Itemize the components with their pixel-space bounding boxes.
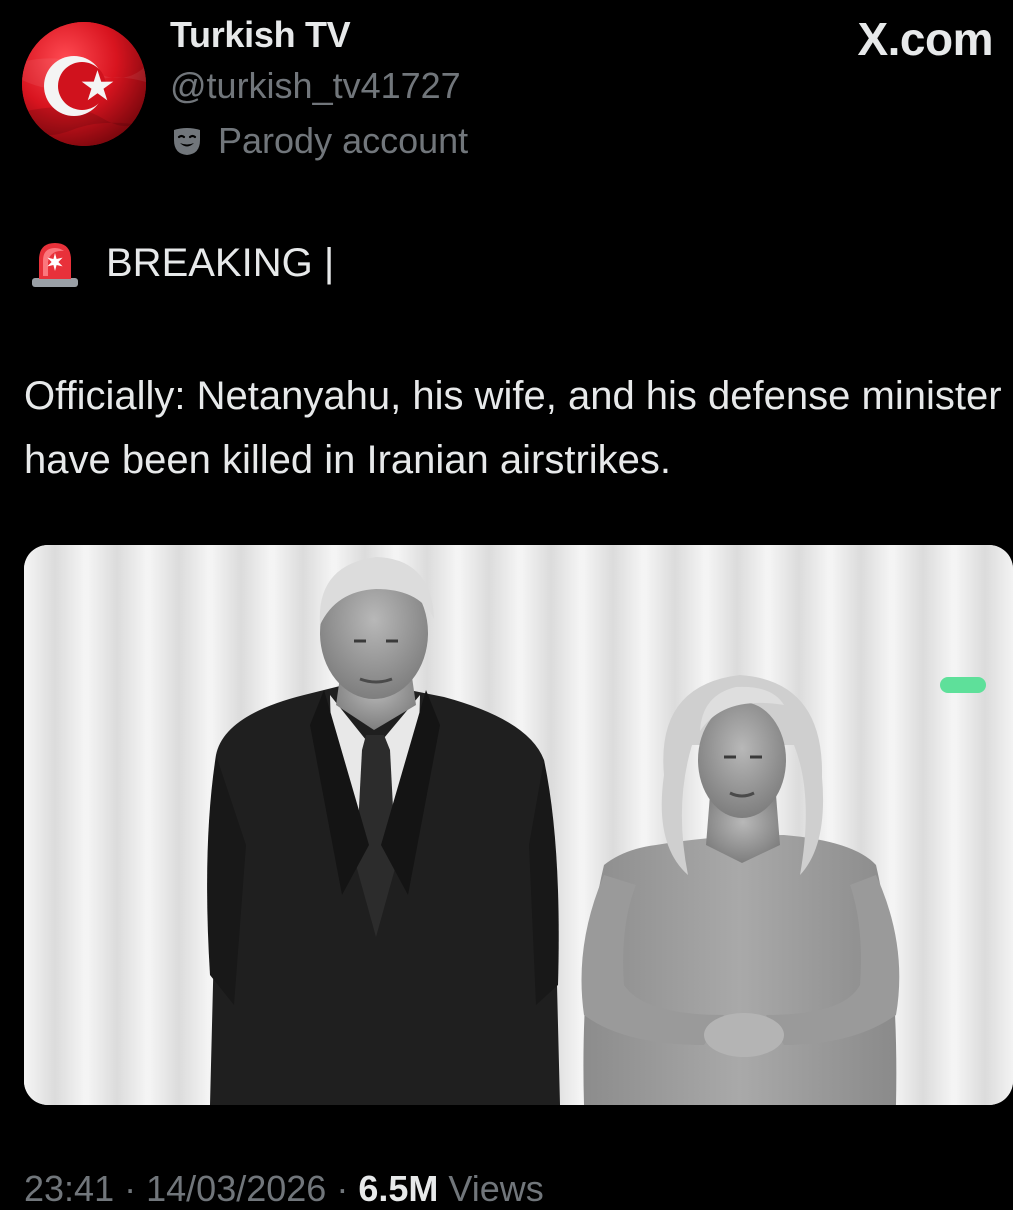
parody-account-text: Parody account bbox=[218, 120, 469, 161]
display-name[interactable]: Turkish TV bbox=[170, 14, 351, 56]
turkish-flag-avatar-icon bbox=[22, 22, 146, 146]
meta-separator: · bbox=[336, 1168, 349, 1209]
profile-avatar[interactable] bbox=[22, 22, 146, 146]
tweet-meta: 23:41 · 14/03/2026 · 6.5M Views bbox=[24, 1168, 544, 1210]
platform-watermark: X.com bbox=[857, 13, 993, 65]
meta-separator: · bbox=[124, 1168, 137, 1209]
theater-mask-icon bbox=[174, 128, 200, 155]
breaking-label: BREAKING | bbox=[106, 240, 335, 285]
photo-image bbox=[24, 545, 1013, 1105]
views-label: Views bbox=[448, 1168, 544, 1209]
breaking-line: BREAKING | bbox=[28, 236, 334, 290]
tweet-time[interactable]: 23:41 bbox=[24, 1168, 114, 1209]
tweet-photo[interactable] bbox=[24, 545, 1013, 1105]
police-light-siren-icon bbox=[32, 243, 78, 287]
views-count[interactable]: 6.5M bbox=[358, 1168, 438, 1209]
tweet-date[interactable]: 14/03/2026 bbox=[146, 1168, 326, 1209]
parody-account-label: Parody account bbox=[170, 120, 468, 162]
tweet-text: Officially: Netanyahu, his wife, and his… bbox=[24, 374, 1002, 482]
account-handle[interactable]: @turkish_tv41727 bbox=[170, 65, 461, 107]
